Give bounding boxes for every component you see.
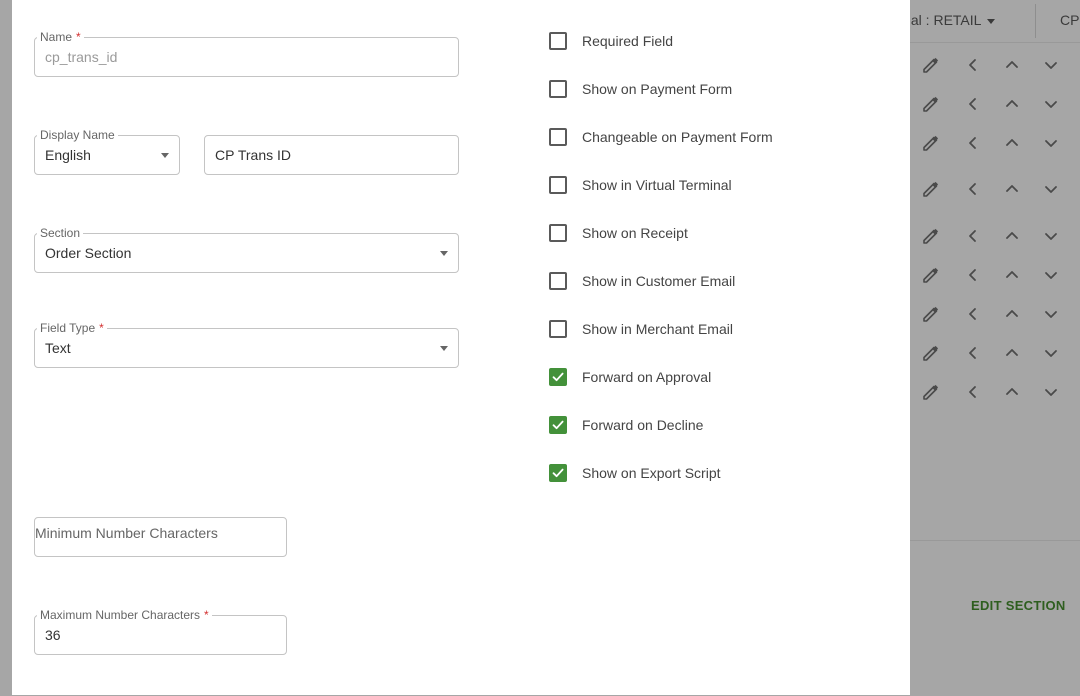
name-field[interactable]: Name * cp_trans_id bbox=[34, 30, 459, 77]
checkbox-checked-icon[interactable] bbox=[549, 416, 567, 434]
chevron-down-icon[interactable] bbox=[1040, 93, 1062, 115]
language-value: English bbox=[45, 147, 91, 163]
max-chars-input[interactable]: Maximum Number Characters * 36 bbox=[34, 608, 287, 655]
chevron-left-icon[interactable] bbox=[962, 54, 984, 76]
chevron-down-icon[interactable] bbox=[1040, 178, 1062, 200]
dropdown-arrow-icon bbox=[440, 346, 448, 351]
required-marker: * bbox=[76, 30, 81, 44]
dropdown-arrow-icon bbox=[440, 251, 448, 256]
option-label: Changeable on Payment Form bbox=[582, 129, 773, 145]
chevron-left-icon[interactable] bbox=[962, 132, 984, 154]
background-field-row bbox=[918, 338, 1080, 366]
display-name-language-select[interactable]: Display Name English bbox=[34, 128, 180, 175]
chevron-down-icon[interactable] bbox=[1040, 381, 1062, 403]
checkbox-unchecked-icon[interactable] bbox=[549, 224, 567, 242]
chevron-down-icon[interactable] bbox=[1040, 303, 1062, 325]
section-value: Order Section bbox=[45, 245, 132, 261]
checkbox-unchecked-icon[interactable] bbox=[549, 176, 567, 194]
option-label: Show on Payment Form bbox=[582, 81, 733, 97]
chevron-up-icon[interactable] bbox=[1001, 132, 1023, 154]
background-section-panel bbox=[910, 540, 1080, 696]
option-label: Show in Virtual Terminal bbox=[582, 177, 732, 193]
pencil-icon[interactable] bbox=[920, 381, 942, 403]
chevron-down-icon[interactable] bbox=[1040, 132, 1062, 154]
topbar-divider bbox=[1035, 4, 1036, 38]
pencil-icon[interactable] bbox=[920, 132, 942, 154]
chevron-up-icon[interactable] bbox=[1001, 225, 1023, 247]
chevron-up-icon[interactable] bbox=[1001, 54, 1023, 76]
chevron-up-icon[interactable] bbox=[1001, 178, 1023, 200]
chevron-left-icon[interactable] bbox=[962, 381, 984, 403]
required-marker: * bbox=[204, 608, 209, 622]
max-chars-value: 36 bbox=[45, 627, 61, 643]
option-label: Forward on Decline bbox=[582, 417, 704, 433]
field-type-label: Field Type * bbox=[37, 321, 107, 335]
checkbox-checked-icon[interactable] bbox=[549, 368, 567, 386]
display-name-value: CP Trans ID bbox=[215, 147, 291, 163]
chevron-down-icon[interactable] bbox=[1040, 225, 1062, 247]
min-chars-label: Minimum Number Characters bbox=[35, 525, 218, 541]
required-marker: * bbox=[99, 321, 104, 335]
chevron-left-icon[interactable] bbox=[962, 264, 984, 286]
chevron-up-icon[interactable] bbox=[1001, 342, 1023, 364]
chevron-left-icon[interactable] bbox=[962, 225, 984, 247]
background-field-row bbox=[918, 299, 1080, 327]
pencil-icon[interactable] bbox=[920, 342, 942, 364]
checkbox-unchecked-icon[interactable] bbox=[549, 272, 567, 290]
pencil-icon[interactable] bbox=[920, 54, 942, 76]
field-type-select[interactable]: Field Type * Text bbox=[34, 321, 459, 368]
section-select[interactable]: Section Order Section bbox=[34, 226, 459, 273]
cp-label[interactable]: CP bbox=[1060, 12, 1079, 28]
chevron-left-icon[interactable] bbox=[962, 342, 984, 364]
pencil-icon[interactable] bbox=[920, 93, 942, 115]
background-field-row bbox=[918, 377, 1080, 405]
chevron-up-icon[interactable] bbox=[1001, 93, 1023, 115]
option-label: Show on Export Script bbox=[582, 465, 721, 481]
chevron-down-icon[interactable] bbox=[1040, 264, 1062, 286]
chevron-down-icon[interactable] bbox=[1040, 342, 1062, 364]
chevron-down-icon[interactable] bbox=[1040, 54, 1062, 76]
background-field-row bbox=[918, 174, 1080, 202]
checkbox-unchecked-icon[interactable] bbox=[549, 32, 567, 50]
display-name-label: Display Name bbox=[37, 128, 118, 142]
background-field-row bbox=[918, 128, 1080, 156]
option-label: Show in Merchant Email bbox=[582, 321, 733, 337]
field-type-value: Text bbox=[45, 340, 71, 356]
section-label: Section bbox=[37, 226, 84, 240]
background-field-row bbox=[918, 50, 1080, 78]
pencil-icon[interactable] bbox=[920, 225, 942, 247]
checkbox-unchecked-icon[interactable] bbox=[549, 320, 567, 338]
option-label: Forward on Approval bbox=[582, 369, 712, 385]
checkbox-checked-icon[interactable] bbox=[549, 464, 567, 482]
min-chars-input[interactable]: Minimum Number Characters bbox=[34, 517, 287, 557]
chevron-left-icon[interactable] bbox=[962, 93, 984, 115]
option-label: Show in Customer Email bbox=[582, 273, 736, 289]
edit-field-dialog: Name * cp_trans_id Display Name English C… bbox=[12, 0, 910, 695]
edit-section-button[interactable]: EDIT SECTION bbox=[971, 598, 1066, 613]
dropdown-arrow-icon bbox=[161, 153, 169, 158]
pencil-icon[interactable] bbox=[920, 264, 942, 286]
terminal-label: inal : RETAIL bbox=[900, 12, 982, 28]
name-label: Name * bbox=[37, 30, 84, 44]
checkbox-unchecked-icon[interactable] bbox=[549, 128, 567, 146]
chevron-up-icon[interactable] bbox=[1001, 303, 1023, 325]
chevron-up-icon[interactable] bbox=[1001, 264, 1023, 286]
terminal-dropdown[interactable]: inal : RETAIL bbox=[900, 12, 996, 28]
caret-down-icon bbox=[987, 18, 996, 24]
background-field-row bbox=[918, 260, 1080, 288]
pencil-icon[interactable] bbox=[920, 303, 942, 325]
chevron-left-icon[interactable] bbox=[962, 178, 984, 200]
checkbox-unchecked-icon[interactable] bbox=[549, 80, 567, 98]
display-name-input[interactable]: CP Trans ID bbox=[204, 135, 459, 175]
option-label: Show on Receipt bbox=[582, 225, 688, 241]
option-label: Required Field bbox=[582, 33, 674, 49]
background-field-row bbox=[918, 221, 1080, 249]
name-value: cp_trans_id bbox=[45, 49, 118, 65]
pencil-icon[interactable] bbox=[920, 178, 942, 200]
background-field-row bbox=[918, 89, 1080, 117]
chevron-up-icon[interactable] bbox=[1001, 381, 1023, 403]
chevron-left-icon[interactable] bbox=[962, 303, 984, 325]
max-chars-label: Maximum Number Characters * bbox=[37, 608, 212, 622]
